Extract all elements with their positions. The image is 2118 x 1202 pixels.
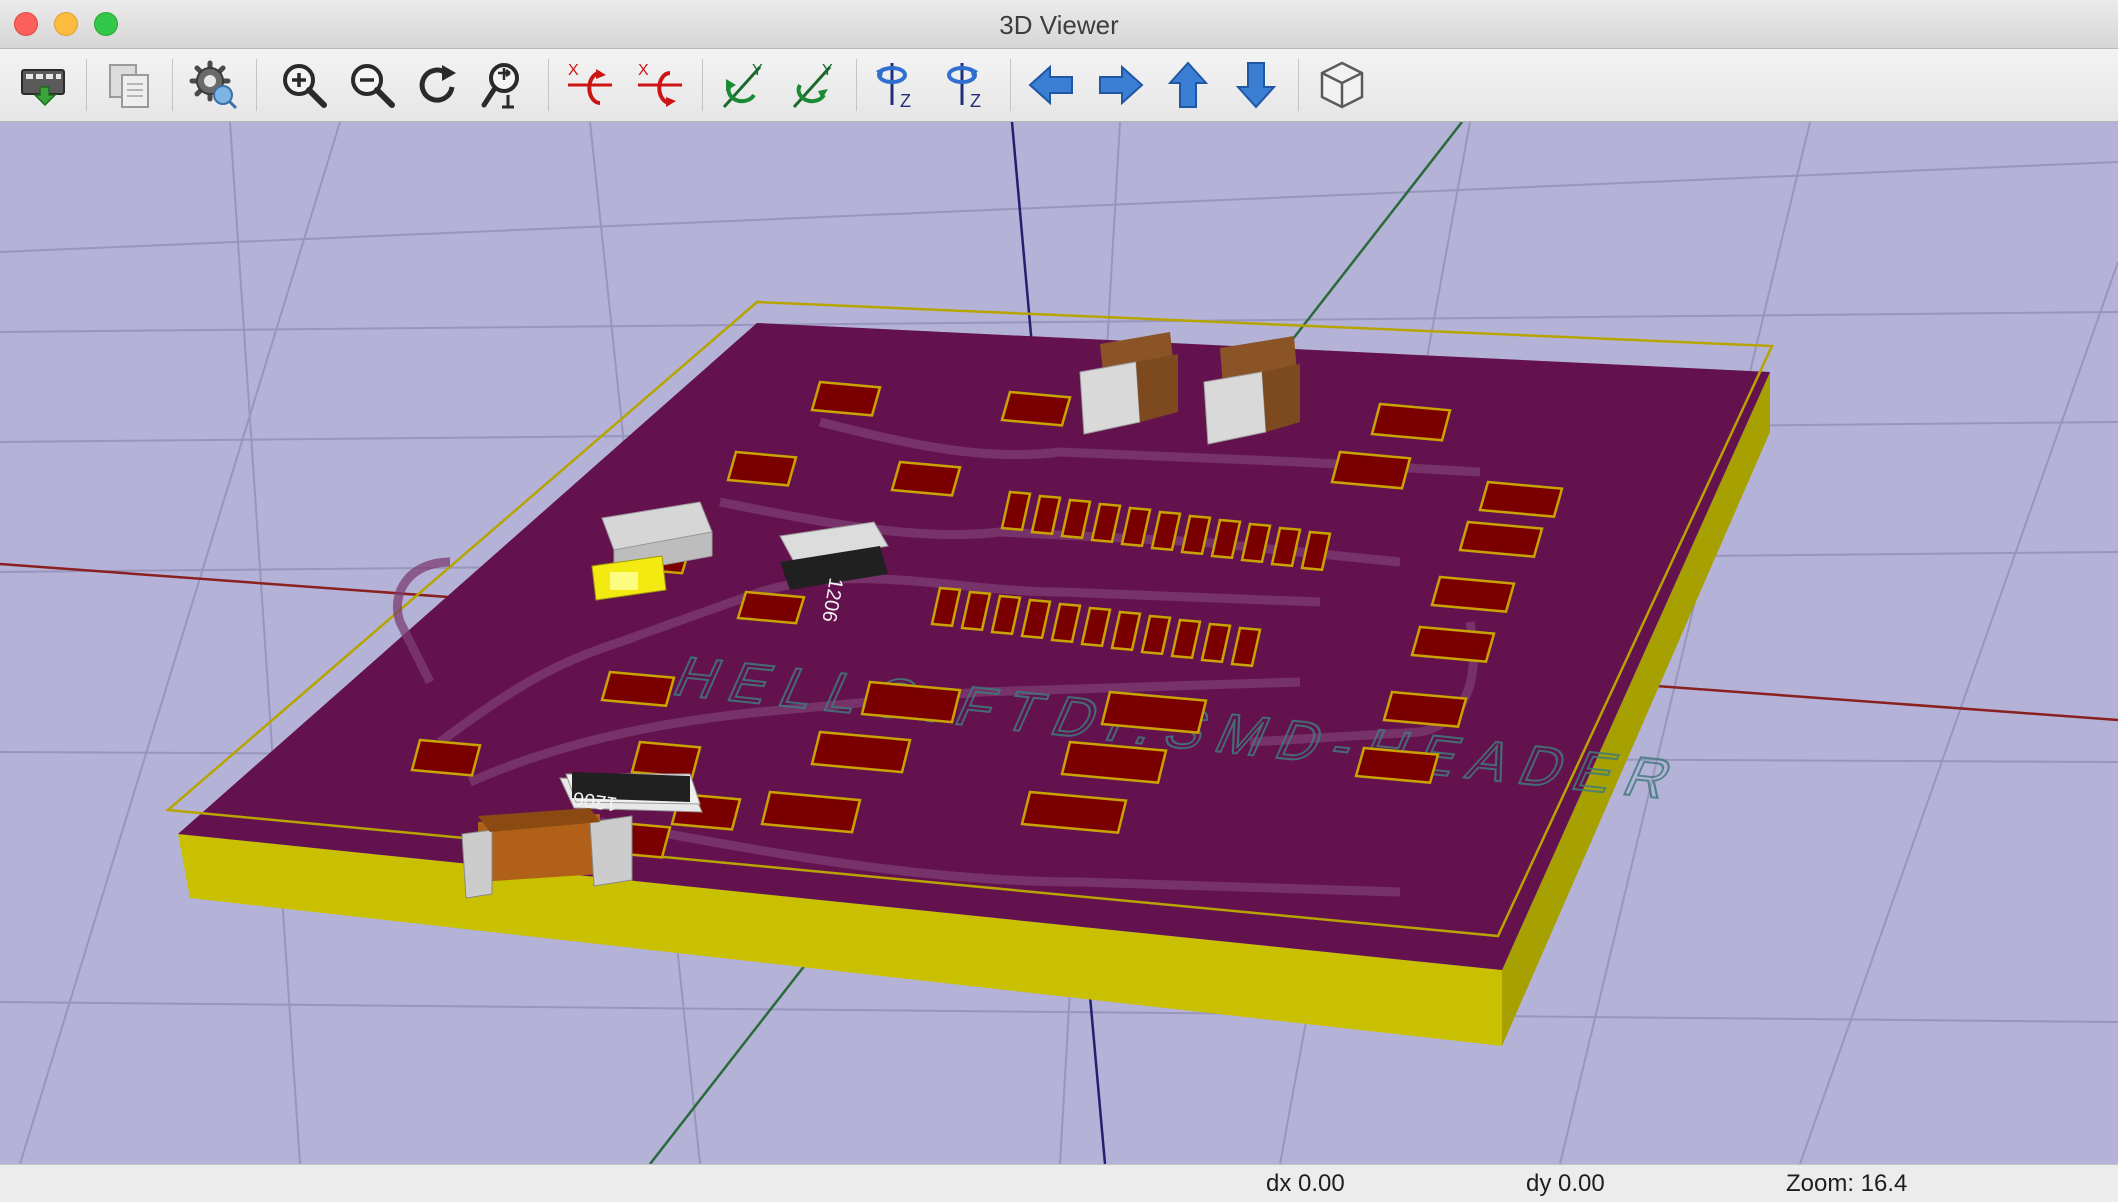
copper-pad — [760, 790, 862, 834]
redraw-icon — [419, 65, 456, 103]
rotate-y-cw-button[interactable]: Y — [786, 57, 842, 113]
cube-view-icon — [1320, 61, 1364, 109]
rotate-y-ccw-icon: Y — [722, 62, 763, 109]
copper-pad — [1410, 625, 1496, 663]
rotate-x-cw-button[interactable]: X — [632, 57, 688, 113]
rotate-x-ccw-button[interactable]: X — [562, 57, 618, 113]
3d-scene[interactable]: HELLO.FTDI.SMD-HEADER — [0, 122, 2118, 1164]
settings-gear-icon — [189, 60, 238, 110]
move-left-button[interactable] — [1024, 57, 1080, 113]
copper-pad — [1330, 450, 1412, 490]
rotate-y-cw-icon: Y — [792, 62, 833, 109]
copper-pad — [860, 680, 962, 724]
window: 3D Viewer X X Z Z 1206 1206 dx 0.00 dy 0… — [0, 0, 2118, 1202]
move-right-button[interactable] — [1092, 57, 1148, 113]
arrow-left-icon — [1028, 64, 1073, 106]
copper-pad — [736, 590, 806, 625]
toolbar: X X Y Y — [0, 49, 2118, 122]
export-image-icon — [21, 69, 65, 107]
copy-icon — [109, 64, 149, 108]
copy-button[interactable] — [102, 57, 158, 113]
svg-text:Z: Z — [970, 91, 981, 111]
copper-pad — [726, 450, 798, 487]
move-down-button[interactable] — [1228, 57, 1284, 113]
svg-text:X: X — [638, 62, 649, 79]
window-title: 3D Viewer — [999, 10, 1119, 40]
rotate-x-cw-icon: X — [638, 62, 682, 107]
copper-pad — [890, 460, 962, 497]
rotate-z-cw-button[interactable]: Z — [940, 57, 996, 113]
zoom-fit-button[interactable] — [476, 57, 532, 113]
copper-pad — [1000, 390, 1072, 427]
copper-pad — [1370, 402, 1452, 442]
arrow-up-icon — [1167, 61, 1209, 108]
resistor-r2[interactable]: 1206 — [559, 772, 703, 815]
copper-pad — [410, 738, 482, 777]
pcb-board[interactable] — [164, 300, 1774, 1046]
zoom-out-icon — [351, 64, 395, 108]
svg-text:X: X — [568, 62, 579, 79]
zoom-fit-icon — [481, 63, 519, 109]
zoom-in-button[interactable] — [276, 57, 332, 113]
status-bar: dx 0.00 dy 0.00 Zoom: 16.4 — [0, 1164, 2118, 1202]
copper-pad — [810, 730, 912, 774]
copper-pad — [1100, 690, 1208, 734]
copper-pad — [1478, 480, 1564, 518]
copper-pad — [1382, 690, 1468, 728]
rotate-y-ccw-button[interactable]: Y — [716, 57, 772, 113]
copper-pad — [1020, 790, 1128, 834]
rotate-z-ccw-icon: Z — [876, 63, 911, 111]
zoom-out-button[interactable] — [344, 57, 400, 113]
rotate-z-cw-icon: Z — [947, 63, 981, 111]
export-button[interactable] — [16, 57, 72, 113]
copper-pad — [1354, 746, 1440, 784]
arrow-down-icon — [1235, 62, 1277, 109]
rotate-z-ccw-button[interactable]: Z — [870, 57, 926, 113]
status-zoom: Zoom: 16.4 — [1786, 1170, 1908, 1197]
zoom-in-icon — [283, 64, 327, 108]
3d-viewport[interactable]: HELLO.FTDI.SMD-HEADER — [0, 122, 2118, 1164]
title-bar[interactable]: 3D Viewer — [0, 0, 2118, 49]
move-up-button[interactable] — [1160, 57, 1216, 113]
status-dx: dx 0.00 — [1266, 1170, 1345, 1197]
copper-pad — [1458, 520, 1544, 558]
copper-pad — [1060, 740, 1168, 784]
redraw-button[interactable] — [410, 57, 466, 113]
rotate-x-ccw-icon: X — [568, 62, 612, 105]
copper-pad — [600, 670, 676, 708]
svg-text:Z: Z — [900, 91, 911, 111]
status-dy: dy 0.00 — [1526, 1170, 1605, 1197]
copper-pad — [630, 740, 702, 779]
settings-button[interactable] — [186, 57, 242, 113]
copper-pad — [1430, 575, 1516, 613]
ortho-view-button[interactable] — [1314, 57, 1370, 113]
copper-pad — [810, 380, 882, 417]
arrow-right-icon — [1099, 64, 1144, 106]
